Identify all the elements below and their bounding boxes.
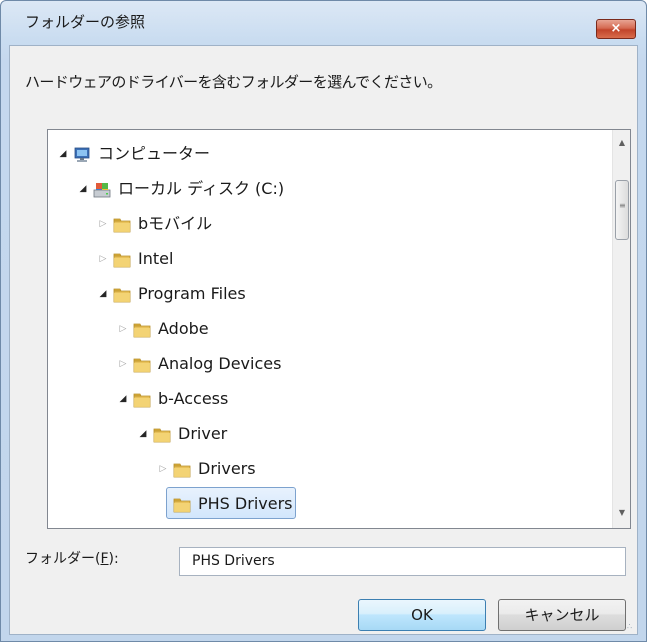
close-icon: × (610, 21, 622, 36)
folder-icon (172, 459, 192, 479)
tree-item-label: PHS Drivers (198, 494, 293, 513)
tree-item-label: コンピューター (98, 144, 211, 163)
computer-icon (72, 144, 92, 164)
scroll-up-arrow-icon[interactable]: ▲ (613, 134, 630, 152)
scroll-thumb[interactable]: ≡ (615, 180, 629, 240)
resize-grip-icon[interactable]: ∴ (627, 623, 639, 637)
folder-icon (112, 249, 132, 269)
folder-field-label: フォルダー(F): (25, 551, 119, 567)
folder-icon (112, 214, 132, 234)
expanded-arrow-icon[interactable]: ◢ (56, 138, 70, 170)
folder-icon (132, 389, 152, 409)
expanded-arrow-icon[interactable]: ◢ (96, 278, 110, 310)
drive-icon (92, 179, 112, 199)
folder-icon (112, 284, 132, 304)
tree-item-label: Analog Devices (158, 354, 282, 373)
tree-item-label: Driver (178, 424, 228, 443)
folder-icon (172, 494, 192, 514)
collapsed-arrow-icon[interactable]: ▷ (156, 453, 170, 485)
expanded-arrow-icon[interactable]: ◢ (76, 173, 90, 205)
cancel-button[interactable]: キャンセル (498, 599, 626, 631)
tree-item-label: ローカル ディスク (C:) (118, 179, 285, 198)
folder-icon (132, 319, 152, 339)
collapsed-arrow-icon[interactable]: ▷ (96, 208, 110, 240)
tree-item-label: bモバイル (138, 214, 213, 233)
instruction-text: ハードウェアのドライバーを含むフォルダーを選んでください。 (25, 73, 442, 91)
close-button[interactable]: × (596, 19, 636, 39)
title-bar[interactable]: フォルダーの参照 × (1, 1, 646, 41)
tree-item-label: b-Access (158, 389, 229, 408)
grip-icon: ≡ (619, 201, 626, 210)
collapsed-arrow-icon[interactable]: ▷ (116, 313, 130, 345)
tree-item-label: Program Files (138, 284, 246, 303)
ok-button[interactable]: OK (358, 599, 486, 631)
scroll-down-arrow-icon[interactable]: ▼ (613, 504, 630, 522)
folder-icon (132, 354, 152, 374)
collapsed-arrow-icon[interactable]: ▷ (116, 348, 130, 380)
folder-tree[interactable]: ◢ コンピューター ◢ ローカル ディスク (C:) ▷ bモバイル ▷ Intel ◢ Prog… (47, 129, 631, 529)
dialog-window: フォルダーの参照 × ハードウェアのドライバーを含むフォルダーを選んでください。… (0, 0, 647, 642)
collapsed-arrow-icon[interactable]: ▷ (96, 243, 110, 275)
expanded-arrow-icon[interactable]: ◢ (116, 383, 130, 415)
window-title: フォルダーの参照 (25, 13, 146, 31)
tree-item-label: Adobe (158, 319, 209, 338)
vertical-scrollbar[interactable]: ▲ ≡ ▼ (612, 130, 630, 528)
tree-item-label: Intel (138, 249, 174, 268)
tree-item-label: Drivers (198, 459, 256, 478)
expanded-arrow-icon[interactable]: ◢ (136, 418, 150, 450)
folder-icon (152, 424, 172, 444)
folder-input[interactable]: PHS Drivers (179, 547, 626, 576)
